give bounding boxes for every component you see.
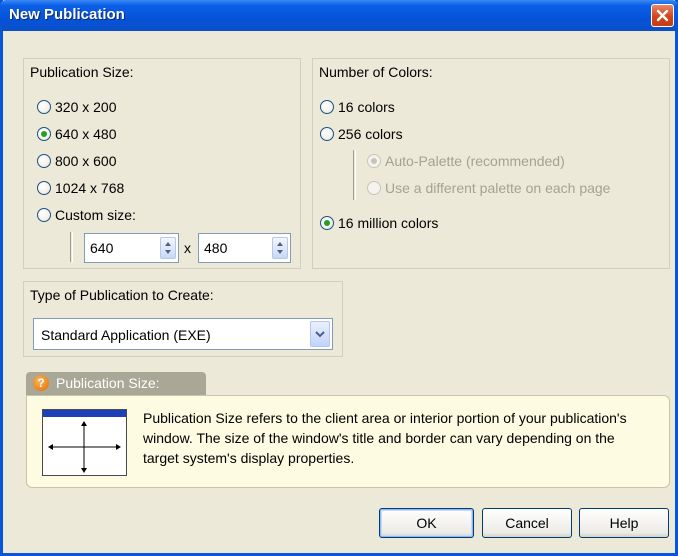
help-panel: Publication Size refers to the client ar… <box>26 395 670 488</box>
radio-icon[interactable] <box>37 127 51 141</box>
custom-width-stepper[interactable]: 640 <box>84 233 179 263</box>
radio-icon[interactable] <box>37 208 51 222</box>
custom-height-stepper[interactable]: 480 <box>198 233 291 263</box>
help-button[interactable]: Help <box>579 508 669 538</box>
question-icon: ? <box>33 375 49 391</box>
palette-option-auto: Auto-Palette (recommended) <box>367 151 565 171</box>
radio-icon[interactable] <box>37 154 51 168</box>
close-icon <box>656 9 669 22</box>
size-option-320x200[interactable]: 320 x 200 <box>37 97 117 117</box>
size-option-label: 1024 x 768 <box>55 180 125 196</box>
publication-size-label: Publication Size: <box>30 64 134 80</box>
radio-icon[interactable] <box>37 100 51 114</box>
publication-type-value: Standard Application (EXE) <box>41 327 211 343</box>
publication-type-select[interactable]: Standard Application (EXE) <box>33 318 333 350</box>
radio-icon <box>367 154 381 168</box>
colors-option-label: 16 colors <box>338 99 395 115</box>
palette-option-per-page: Use a different palette on each page <box>367 178 610 198</box>
window-diagram-icon <box>42 409 127 476</box>
thumb-title-bar <box>43 410 126 417</box>
palette-option-label: Use a different palette on each page <box>385 180 611 196</box>
ok-button[interactable]: OK <box>379 508 474 538</box>
colors-option-16-million[interactable]: 16 million colors <box>320 213 438 233</box>
size-option-1024x768[interactable]: 1024 x 768 <box>37 178 124 198</box>
custom-size-separator: x <box>184 240 191 256</box>
help-body-text: Publication Size refers to the client ar… <box>143 410 627 466</box>
radio-icon[interactable] <box>320 100 334 114</box>
spin-arrows-icon[interactable] <box>160 237 176 259</box>
number-of-colors-label: Number of Colors: <box>319 64 433 80</box>
chevron-down-icon[interactable] <box>310 321 330 347</box>
colors-option-256[interactable]: 256 colors <box>320 124 403 144</box>
radio-icon[interactable] <box>320 127 334 141</box>
cancel-button[interactable]: Cancel <box>482 508 572 538</box>
size-option-custom[interactable]: Custom size: <box>37 205 136 225</box>
help-tab: ? Publication Size: <box>26 372 206 395</box>
radio-icon <box>367 181 381 195</box>
size-option-800x600[interactable]: 800 x 600 <box>37 151 117 171</box>
indent-divider <box>70 232 73 262</box>
publication-type-label: Type of Publication to Create: <box>30 287 214 303</box>
custom-height-value: 480 <box>204 240 228 256</box>
colors-option-16[interactable]: 16 colors <box>320 97 395 117</box>
resize-arrows-icon <box>48 421 121 473</box>
size-option-label: 320 x 200 <box>55 99 117 115</box>
spin-arrows-icon[interactable] <box>272 237 288 259</box>
palette-indent-divider <box>353 150 356 200</box>
title-bar[interactable]: New Publication <box>0 0 678 31</box>
size-option-label: 640 x 480 <box>55 126 117 142</box>
radio-icon[interactable] <box>37 181 51 195</box>
colors-option-label: 16 million colors <box>338 215 439 231</box>
size-option-640x480[interactable]: 640 x 480 <box>37 124 117 144</box>
size-option-label: 800 x 600 <box>55 153 117 169</box>
size-option-label: Custom size: <box>55 207 136 223</box>
custom-width-value: 640 <box>90 240 114 256</box>
help-title: Publication Size: <box>56 375 160 391</box>
close-button[interactable] <box>651 4 674 27</box>
palette-option-label: Auto-Palette (recommended) <box>385 153 565 169</box>
radio-icon[interactable] <box>320 216 334 230</box>
new-publication-dialog: New Publication Publication Size: 320 x … <box>0 0 678 556</box>
colors-option-label: 256 colors <box>338 126 403 142</box>
window-title: New Publication <box>9 6 125 23</box>
